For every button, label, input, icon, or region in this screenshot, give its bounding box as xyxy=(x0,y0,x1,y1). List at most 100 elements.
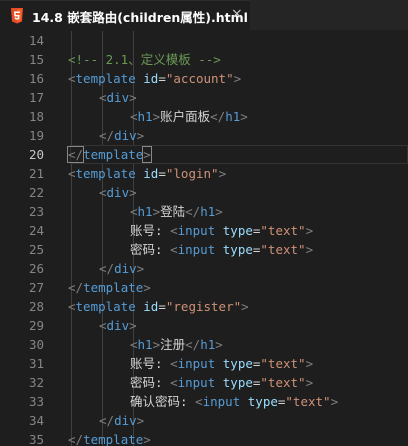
token-punct: </ xyxy=(66,146,85,163)
token-punct: < xyxy=(130,337,138,352)
code-line[interactable]: 16 <template id="account"> xyxy=(0,69,408,88)
line-number: 32 xyxy=(28,375,44,390)
token-text: 密码: xyxy=(130,375,171,390)
line-number: 19 xyxy=(28,128,44,143)
token-punct: > xyxy=(136,261,145,276)
token-attr: id xyxy=(143,166,159,181)
token-punct: > xyxy=(142,146,152,163)
line-number: 27 xyxy=(28,280,44,295)
token-text: 确认密码: xyxy=(130,394,196,409)
close-icon[interactable]: × xyxy=(231,6,243,22)
line-code: 账号: <input type="text"> xyxy=(130,354,313,373)
token-text: 登陆 xyxy=(160,204,186,219)
code-line[interactable]: 24 账号: <input type="text"> xyxy=(0,221,408,240)
token-tag: template xyxy=(75,299,136,314)
token-punct: < xyxy=(170,375,178,390)
tab-active-file[interactable]: 14.8 嵌套路由(children属性).html × xyxy=(0,0,250,30)
token-punct: </ xyxy=(68,432,84,446)
token-punct: < xyxy=(68,71,76,86)
line-number: 17 xyxy=(28,90,44,105)
code-line[interactable]: 19 </div> xyxy=(0,126,408,145)
code-line[interactable]: 17 <div> xyxy=(0,88,408,107)
token-attr: type xyxy=(247,394,278,409)
code-line[interactable]: 27 </template> xyxy=(0,278,408,297)
token-tag: div xyxy=(114,413,137,428)
code-line[interactable]: 20 </template> xyxy=(0,145,408,164)
line-number: 30 xyxy=(28,337,44,352)
tab-bar: 14.8 嵌套路由(children属性).html × xyxy=(0,0,408,30)
line-code: </div> xyxy=(99,126,144,145)
token-tag: input xyxy=(177,242,216,257)
line-number: 16 xyxy=(28,71,44,86)
token-str: "text" xyxy=(260,356,306,371)
line-number: 26 xyxy=(28,261,44,276)
code-line[interactable]: 30 <h1>注册</h1> xyxy=(0,335,408,354)
token-tag: div xyxy=(106,318,130,333)
line-number: 18 xyxy=(28,109,44,124)
token-punct: < xyxy=(130,204,138,219)
tab-title: 14.8 嵌套路由(children属性).html xyxy=(32,10,248,25)
token-punct: </ xyxy=(68,280,84,295)
line-code: </template> xyxy=(66,145,152,164)
code-line[interactable]: 21 <template id="login"> xyxy=(0,164,408,183)
token-cmt: <!-- 2.1、定义模板 --> xyxy=(68,52,221,67)
code-line[interactable]: 25 密码: <input type="text"> xyxy=(0,240,408,259)
token-tag: template xyxy=(83,280,144,295)
token-punct: > xyxy=(152,109,161,124)
line-code: <div> xyxy=(99,183,137,202)
token-attr: id xyxy=(143,299,159,314)
line-code: <template id="login"> xyxy=(68,164,226,183)
line-code: <h1>注册</h1> xyxy=(130,335,223,354)
code-line[interactable]: 26 </div> xyxy=(0,259,408,278)
code-line[interactable]: 33 确认密码: <input type="text"> xyxy=(0,392,408,411)
code-line[interactable]: 14 xyxy=(0,31,408,50)
token-punct: > xyxy=(143,432,151,446)
token-punct: < xyxy=(68,299,76,314)
token-attr: type xyxy=(222,242,253,257)
code-line[interactable]: 23 <h1>登陆</h1> xyxy=(0,202,408,221)
code-line[interactable]: 32 密码: <input type="text"> xyxy=(0,373,408,392)
token-text: 密码: xyxy=(130,242,171,257)
code-line[interactable]: 22 <div> xyxy=(0,183,408,202)
line-code: 账号: <input type="text"> xyxy=(130,221,313,240)
token-tag: input xyxy=(177,356,216,371)
code-editor[interactable]: 14 15 <!-- 2.1、定义模板 --> 16 <template id="acc… xyxy=(0,30,408,446)
token-text: = xyxy=(158,71,166,86)
token-punct: > xyxy=(305,375,314,390)
code-line[interactable]: 34 </div> xyxy=(0,411,408,430)
line-number: 35 xyxy=(28,432,44,446)
code-line[interactable]: 15 <!-- 2.1、定义模板 --> xyxy=(0,50,408,69)
token-punct: > xyxy=(305,242,314,257)
token-punct: < xyxy=(99,318,107,333)
token-tag: template xyxy=(75,166,136,181)
token-text: 账号: xyxy=(130,223,171,238)
line-number: 23 xyxy=(28,204,44,219)
line-code: </div> xyxy=(99,411,144,430)
token-punct: < xyxy=(195,394,203,409)
token-punct: < xyxy=(130,109,138,124)
token-str: "text" xyxy=(285,394,331,409)
line-number: 33 xyxy=(28,394,44,409)
token-tag: input xyxy=(202,394,241,409)
token-punct: </ xyxy=(99,261,115,276)
line-code: </template> xyxy=(68,278,151,297)
token-punct: </ xyxy=(185,337,201,352)
token-tag: h1 xyxy=(225,109,241,124)
token-punct: > xyxy=(240,109,248,124)
token-str: "login" xyxy=(165,166,219,181)
code-line[interactable]: 28 <template id="register"> xyxy=(0,297,408,316)
code-line[interactable]: 18 <h1>账户面板</h1> xyxy=(0,107,408,126)
token-punct: > xyxy=(305,223,314,238)
token-text: = xyxy=(158,166,166,181)
code-line[interactable]: 29 <div> xyxy=(0,316,408,335)
token-tag: input xyxy=(177,223,216,238)
line-number: 24 xyxy=(28,223,44,238)
code-line[interactable]: 31 账号: <input type="text"> xyxy=(0,354,408,373)
token-punct: > xyxy=(305,356,314,371)
line-code: <div> xyxy=(99,316,137,335)
token-attr: type xyxy=(222,356,253,371)
code-line[interactable]: 35 </template> xyxy=(0,430,408,446)
